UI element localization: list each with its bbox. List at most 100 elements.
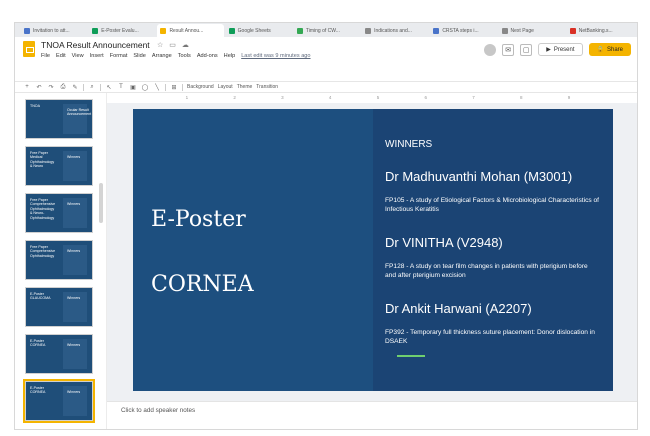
browser-tab[interactable]: CRSTA steps i... [430,24,496,37]
accent-line [397,355,425,357]
tab-label: Google Sheets [237,27,271,34]
theme-button[interactable]: Theme [237,84,253,90]
browser-tab[interactable]: NetBanking.s... [567,24,633,37]
share-button[interactable]: 🔒 Share [588,43,631,56]
tab-label: Result Annou... [169,27,204,34]
header-right-controls: ✉ ▢ ▶ Present 🔒 Share [484,43,631,56]
menu-insert[interactable]: Insert [90,53,104,59]
thumb-title: E-Poster GLAUCOMA [30,292,51,301]
browser-tab[interactable]: Timing of CW... [294,24,360,37]
menu-arrange[interactable]: Arrange [152,53,172,59]
winner-name[interactable]: Dr Ankit Harwani (A2207) [385,301,532,316]
menu-slide[interactable]: Slide [133,53,145,59]
thumb-title: E-Poster CORNEA [30,339,46,348]
speaker-notes-placeholder[interactable]: Click to add speaker notes [121,407,195,414]
thumb-subtitle: Ocular Result Announcement [67,108,92,117]
slide-thumbnail[interactable]: Free Paper Comprehensive Ophthalmology Wi… [25,240,93,280]
ruler-tick: 6 [424,95,427,100]
browser-tab[interactable]: E-Poster Evalu... [89,24,155,37]
menu-format[interactable]: Format [110,53,128,59]
browser-window: Invitation to att... E-Poster Evalu... R… [14,22,638,430]
winner-description[interactable]: FP105 - A study of Etiological Factors &… [385,197,600,215]
layout-button[interactable]: Layout [218,84,233,90]
filmstrip-scrollbar[interactable] [99,183,103,223]
print-icon[interactable]: ⎙ [59,84,67,91]
toolbar-divider [100,83,101,91]
menu-edit[interactable]: Edit [56,53,66,59]
zoom-icon[interactable]: ⌕ [88,84,96,91]
slide-title-cornea[interactable]: CORNEA [151,272,254,297]
transition-button[interactable]: Transition [256,84,278,90]
new-slide-icon[interactable]: + [23,84,31,91]
tab-label: Indications and... [374,27,412,34]
thumb-subtitle: Winners [67,296,81,300]
document-title[interactable]: TNOA Result Announcement [41,40,150,50]
speaker-notes[interactable]: Click to add speaker notes [107,401,637,429]
browser-tab[interactable]: Google Sheets [226,24,292,37]
browser-tab[interactable]: Indications and... [362,24,428,37]
comment-icon[interactable]: ✉ [502,43,515,56]
present-button[interactable]: ▶ Present [538,43,583,56]
slide-thumbnail[interactable]: Free Paper Comprehensive Ophthalmology &… [25,193,93,233]
browser-tab-strip: Invitation to att... E-Poster Evalu... R… [15,23,637,37]
slides-logo-icon[interactable] [23,41,35,57]
browser-tab[interactable]: Next Page [499,24,565,37]
winner-description[interactable]: FP392 - Temporary full thickness suture … [385,329,600,347]
redo-icon[interactable]: ↷ [47,84,55,91]
avatar[interactable] [484,43,497,56]
undo-icon[interactable]: ↶ [35,84,43,91]
thumb-right-panel: Winners [63,292,87,322]
thumb-title: TNOA [30,104,40,108]
ruler-tick: 1 [185,95,189,100]
cloud-icon[interactable]: ☁ [182,41,189,49]
slide-thumbnail-selected[interactable]: E-Poster CORNEA Winners [23,379,95,423]
image-icon[interactable]: ▣ [129,84,137,91]
share-label: Share [606,46,623,53]
slide-thumbnail[interactable]: E-Poster CORNEA Winners [25,334,93,374]
background-button[interactable]: Background [187,84,214,90]
slide-thumbnail[interactable]: TNOA Ocular Result Announcement [25,99,93,139]
title-icons: ☆ ▭ ☁ [157,41,189,49]
tab-label: Timing of CW... [305,27,340,34]
ruler-tick: 7 [472,95,475,100]
present-options-icon[interactable]: ▢ [520,43,533,56]
tab-label: CRSTA steps i... [442,27,479,34]
thumb-title: E-Poster CORNEA [30,386,46,395]
ruler-tick: 5 [376,95,380,100]
last-edit-link[interactable]: Last edit was 9 minutes ago [241,53,310,59]
toolbar-divider [165,83,166,91]
current-slide[interactable]: E-Poster CORNEA WINNERS Dr Madhuvanthi M… [133,109,613,391]
menu-tools[interactable]: Tools [178,53,191,59]
slide-thumbnail[interactable]: E-Poster GLAUCOMA Winners [25,287,93,327]
slide-title-eposter[interactable]: E-Poster [151,207,246,232]
thumb-subtitle: Winners [67,202,81,206]
star-icon[interactable]: ☆ [157,41,163,49]
comment-add-icon[interactable]: ⊞ [170,84,178,91]
menu-file[interactable]: File [41,53,50,59]
winner-name[interactable]: Dr VINITHA (V2948) [385,235,503,250]
tab-label: Next Page [510,27,534,34]
shape-icon[interactable]: ◯ [141,84,149,91]
tab-favicon-icon [24,27,30,34]
toolbar-divider [83,83,84,91]
thumb-right-panel: Winners [63,245,87,275]
ruler-tick: 9 [567,95,571,100]
winner-name[interactable]: Dr Madhuvanthi Mohan (M3001) [385,169,572,184]
thumb-subtitle: Winners [67,343,81,347]
textbox-icon[interactable]: T [117,84,125,91]
present-label: Present [553,46,575,53]
menu-addons[interactable]: Add-ons [197,53,218,59]
browser-tab-active[interactable]: Result Annou... [157,24,224,37]
paint-format-icon[interactable]: ✎ [71,84,79,91]
line-icon[interactable]: ╲ [153,84,161,91]
winners-heading[interactable]: WINNERS [385,139,432,150]
slide-thumbnail[interactable]: Free Paper Medical Ophthalmology & Neuro… [25,146,93,186]
winner-description[interactable]: FP128 - A study on tear film changes in … [385,263,600,281]
menu-view[interactable]: View [72,53,84,59]
folder-icon[interactable]: ▭ [169,41,176,49]
thumb-title: Free Paper Medical Ophthalmology & Neuro [30,151,55,169]
horizontal-ruler: 1 2 3 4 5 6 7 8 9 [123,95,633,103]
select-icon[interactable]: ↖ [105,84,113,91]
browser-tab[interactable]: Invitation to att... [21,24,87,37]
menu-help[interactable]: Help [224,53,236,59]
